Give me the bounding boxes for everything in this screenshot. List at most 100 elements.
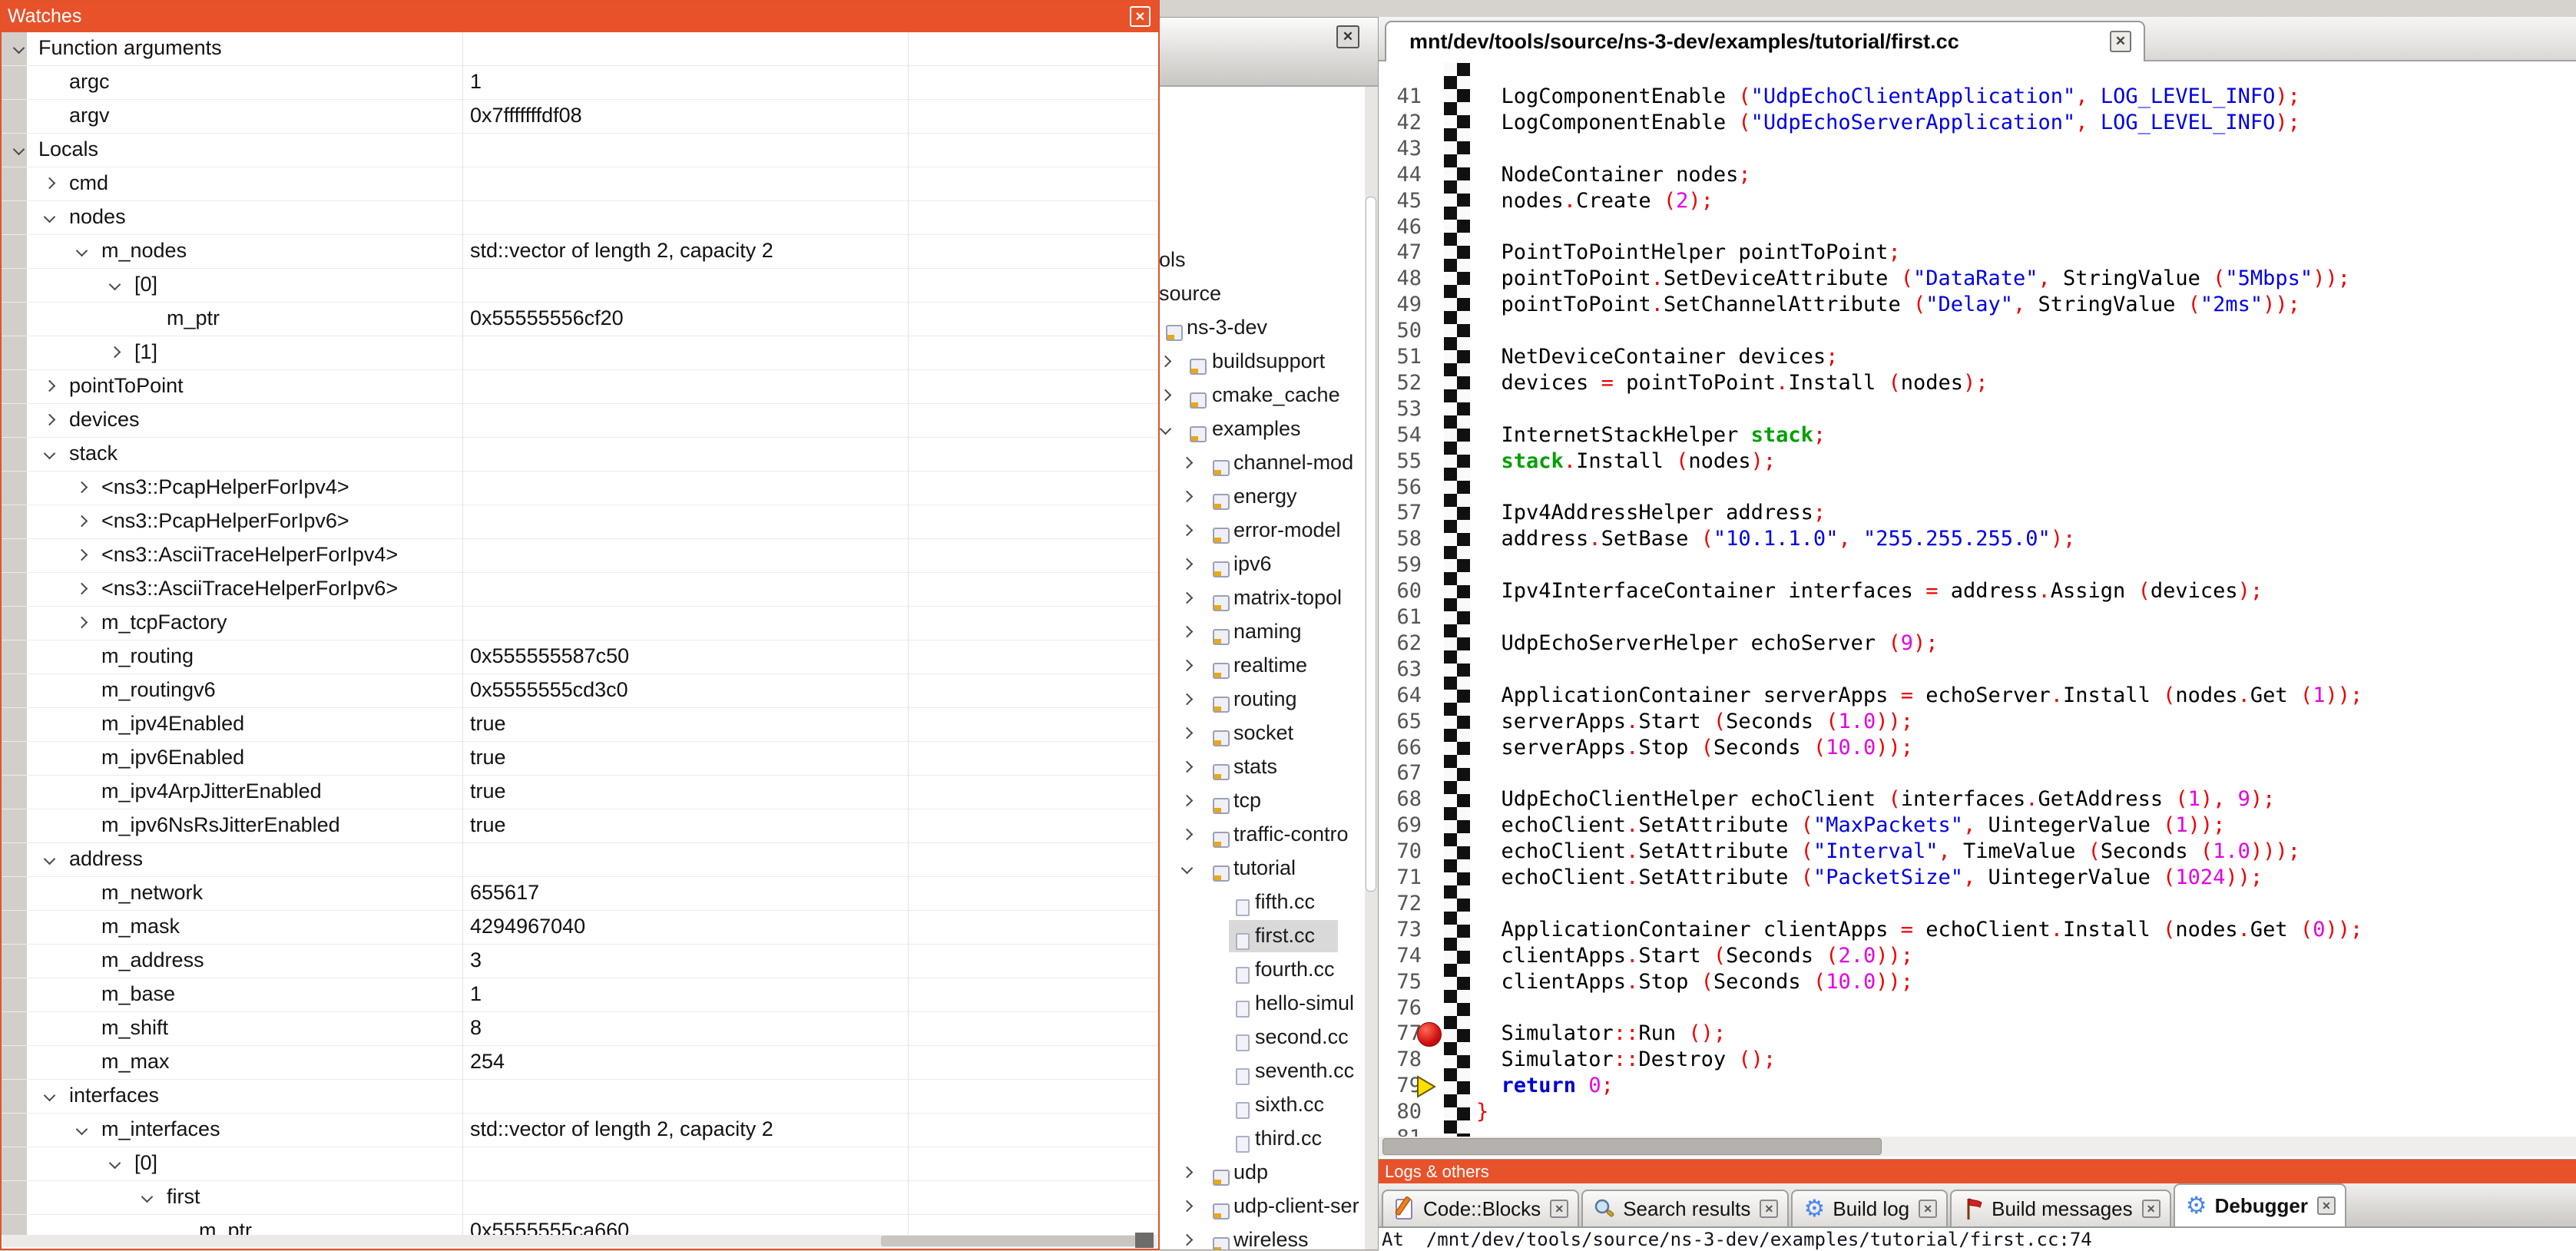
- tree-item-ns-3-dev[interactable]: ns-3-dev: [1155, 312, 1365, 346]
- close-icon[interactable]: ✕: [2142, 1200, 2160, 1218]
- line-number[interactable]: 57: [1379, 501, 1422, 525]
- tree-item-fourth-cc[interactable]: fourth.cc: [1155, 954, 1365, 988]
- expand-chevron-icon[interactable]: [1181, 693, 1194, 706]
- watch-row[interactable]: m_address3: [2, 945, 1158, 978]
- expand-chevron-icon[interactable]: [1181, 795, 1194, 807]
- watch-row[interactable]: [1]: [2, 336, 1158, 370]
- logs-tab-code-blocks[interactable]: Code::Blocks✕: [1382, 1190, 1579, 1226]
- tree-item-seventh-cc[interactable]: seventh.cc: [1155, 1055, 1365, 1089]
- code-editor[interactable]: 41 LogComponentEnable ("UdpEchoClientApp…: [1379, 63, 2576, 1137]
- editor-hscrollbar[interactable]: [1379, 1137, 2576, 1157]
- line-number[interactable]: 47: [1379, 240, 1422, 264]
- watch-row[interactable]: m_ptr0x55555556cf20: [2, 303, 1158, 336]
- tree-item-routing[interactable]: routing: [1155, 683, 1365, 717]
- expand-chevron-icon[interactable]: [1160, 356, 1172, 368]
- line-number[interactable]: 77: [1379, 1021, 1422, 1045]
- line-number[interactable]: 63: [1379, 657, 1422, 681]
- close-icon[interactable]: ✕: [1130, 6, 1151, 27]
- expand-chevron-icon[interactable]: [1181, 491, 1194, 503]
- collapse-chevron-icon[interactable]: [109, 279, 121, 291]
- line-number[interactable]: 76: [1379, 996, 1422, 1020]
- expand-chevron-icon[interactable]: [1181, 829, 1194, 841]
- expand-chevron-icon[interactable]: [44, 177, 56, 190]
- watch-row[interactable]: cmd: [2, 167, 1158, 201]
- watch-row[interactable]: m_shift8: [2, 1012, 1158, 1046]
- watches-hscrollbar-thumb[interactable]: [881, 1236, 1136, 1246]
- close-icon[interactable]: ✕: [2110, 31, 2131, 52]
- line-number[interactable]: 60: [1379, 579, 1422, 603]
- line-number[interactable]: 52: [1379, 371, 1422, 395]
- watch-row[interactable]: nodes: [2, 201, 1158, 235]
- watch-row[interactable]: [0]: [2, 269, 1158, 303]
- editor-hscrollbar-thumb[interactable]: [1382, 1138, 1882, 1155]
- line-number[interactable]: 51: [1379, 345, 1422, 369]
- close-icon[interactable]: ✕: [2317, 1196, 2336, 1215]
- watch-row[interactable]: m_routingv60x5555555cd3c0: [2, 674, 1158, 708]
- tree-item-stats[interactable]: stats: [1155, 751, 1365, 785]
- collapse-chevron-icon[interactable]: [13, 42, 25, 55]
- watch-row[interactable]: m_routing0x555555587c50: [2, 640, 1158, 674]
- line-number[interactable]: 49: [1379, 293, 1422, 316]
- watch-row[interactable]: stack: [2, 438, 1158, 472]
- logs-tab-build-messages[interactable]: Build messages✕: [1950, 1190, 2171, 1226]
- collapse-chevron-icon[interactable]: [76, 1124, 88, 1136]
- line-number[interactable]: 68: [1379, 787, 1422, 811]
- line-number[interactable]: 48: [1379, 266, 1422, 290]
- tree-scrollbar[interactable]: [1365, 87, 1378, 1249]
- line-number[interactable]: 62: [1379, 631, 1422, 655]
- watch-row[interactable]: devices: [2, 404, 1158, 438]
- tree-item-error-model[interactable]: error-model: [1155, 515, 1365, 548]
- line-number[interactable]: 61: [1379, 605, 1422, 629]
- tree-item-examples[interactable]: examples: [1155, 413, 1365, 447]
- close-icon[interactable]: ✕: [1919, 1200, 1937, 1218]
- collapse-chevron-icon[interactable]: [109, 1157, 121, 1170]
- line-number[interactable]: 44: [1379, 163, 1422, 187]
- expand-chevron-icon[interactable]: [44, 380, 56, 392]
- watch-row[interactable]: Locals: [2, 134, 1158, 167]
- line-number[interactable]: 41: [1379, 84, 1422, 108]
- expand-chevron-icon[interactable]: [1181, 727, 1194, 740]
- watch-row[interactable]: <ns3::PcapHelperForIpv6>: [2, 505, 1158, 539]
- expand-chevron-icon[interactable]: [1181, 660, 1194, 672]
- watch-row[interactable]: <ns3::AsciiTraceHelperForIpv4>: [2, 539, 1158, 573]
- line-number[interactable]: 59: [1379, 553, 1422, 577]
- watches-titlebar[interactable]: Watches ✕: [2, 2, 1158, 32]
- tree-item-cmake-cache[interactable]: cmake_cache: [1155, 379, 1365, 413]
- tree-item-third-cc[interactable]: third.cc: [1155, 1123, 1365, 1157]
- tree-item-sixth-cc[interactable]: sixth.cc: [1155, 1089, 1365, 1123]
- line-number[interactable]: 72: [1379, 892, 1422, 915]
- line-number[interactable]: 50: [1379, 319, 1422, 343]
- watch-row[interactable]: m_ipv6NsRsJitterEnabledtrue: [2, 809, 1158, 843]
- watch-row[interactable]: m_nodesstd::vector of length 2, capacity…: [2, 235, 1158, 269]
- expand-chevron-icon[interactable]: [76, 549, 88, 561]
- tree-item-buildsupport[interactable]: buildsupport: [1155, 346, 1365, 379]
- watch-row[interactable]: m_ipv4ArpJitterEnabledtrue: [2, 776, 1158, 809]
- tree-item-source[interactable]: source: [1155, 278, 1365, 312]
- line-number[interactable]: 64: [1379, 683, 1422, 707]
- expand-chevron-icon[interactable]: [76, 583, 88, 595]
- line-number[interactable]: 53: [1379, 397, 1422, 421]
- line-number[interactable]: 56: [1379, 475, 1422, 499]
- expand-chevron-icon[interactable]: [1160, 389, 1172, 402]
- tree-item-traffic-contro[interactable]: traffic-contro: [1155, 819, 1365, 852]
- watch-row[interactable]: m_tcpFactory: [2, 607, 1158, 640]
- line-number[interactable]: 46: [1379, 215, 1422, 239]
- tree-item-tcp[interactable]: tcp: [1155, 785, 1365, 819]
- tree-item-naming[interactable]: naming: [1155, 616, 1365, 650]
- collapse-chevron-icon[interactable]: [1160, 423, 1172, 435]
- line-number[interactable]: 73: [1379, 918, 1422, 942]
- watches-column-divider[interactable]: [908, 32, 909, 1235]
- watch-row[interactable]: address: [2, 843, 1158, 877]
- tree-item-ols[interactable]: ols: [1155, 244, 1365, 278]
- logs-tab-search-results[interactable]: Search results✕: [1581, 1190, 1789, 1226]
- tree-item-fifth-cc[interactable]: fifth.cc: [1155, 886, 1365, 920]
- watch-row[interactable]: m_ipv4Enabledtrue: [2, 708, 1158, 742]
- line-number[interactable]: 81: [1379, 1126, 1422, 1137]
- line-number[interactable]: 65: [1379, 710, 1422, 733]
- line-number[interactable]: 42: [1379, 111, 1422, 134]
- logs-tab-debugger[interactable]: ⚙Debugger✕: [2174, 1183, 2346, 1226]
- line-number[interactable]: 55: [1379, 449, 1422, 473]
- watch-row[interactable]: pointToPoint: [2, 370, 1158, 404]
- collapse-chevron-icon[interactable]: [1181, 862, 1194, 875]
- expand-chevron-icon[interactable]: [1181, 626, 1194, 638]
